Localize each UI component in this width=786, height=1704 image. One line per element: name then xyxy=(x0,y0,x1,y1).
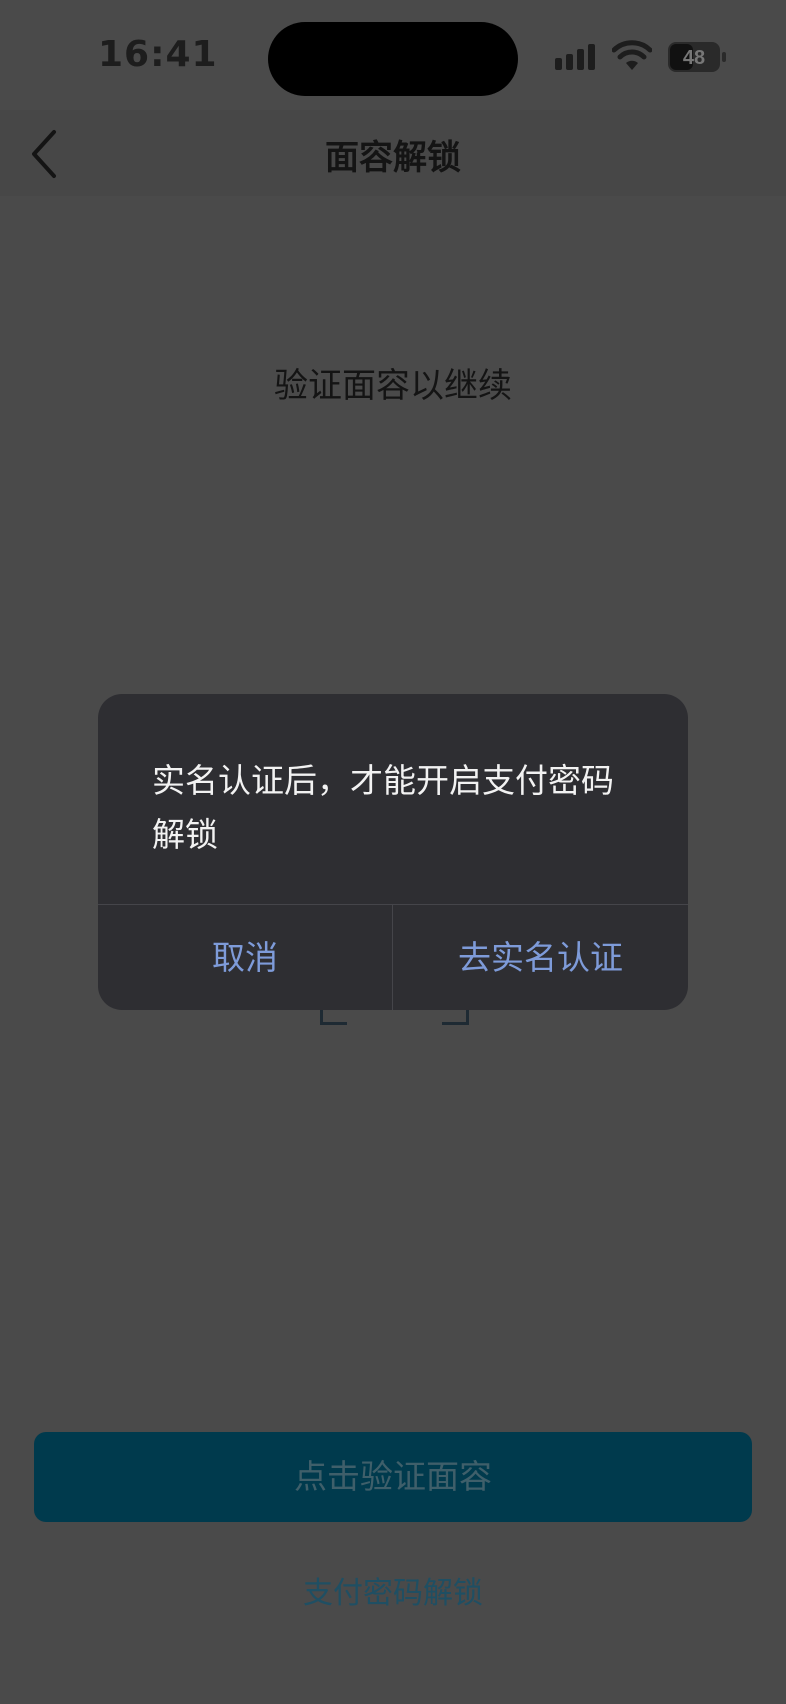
wifi-icon xyxy=(612,40,652,70)
dialog-message: 实名认证后，才能开启支付密码解锁 xyxy=(152,761,614,854)
battery-icon: 48 xyxy=(668,42,726,72)
page-title: 面容解锁 xyxy=(325,138,461,178)
alert-dialog: 实名认证后，才能开启支付密码解锁 取消 去实名认证 xyxy=(98,694,688,1010)
face-frame-corner-left xyxy=(320,1010,347,1025)
verify-face-button[interactable]: 点击验证面容 xyxy=(34,1432,752,1522)
dynamic-island xyxy=(268,22,518,96)
nav-bar: 面容解锁 xyxy=(0,110,786,196)
cancel-button[interactable]: 取消 xyxy=(98,905,392,1010)
go-verify-button[interactable]: 去实名认证 xyxy=(393,905,688,1010)
face-unlock-screen: 16:41 48 面容解锁 验证面容以继续 实名认证后，才能开启支付密码解锁 取… xyxy=(0,0,786,1704)
battery-level: 48 xyxy=(683,47,705,69)
face-frame-corner-right xyxy=(442,1010,469,1025)
verify-prompt: 验证面容以继续 xyxy=(274,366,512,406)
signal-icon xyxy=(555,44,595,70)
password-unlock-link[interactable]: 支付密码解锁 xyxy=(0,1568,786,1612)
status-time: 16:41 xyxy=(98,34,218,75)
